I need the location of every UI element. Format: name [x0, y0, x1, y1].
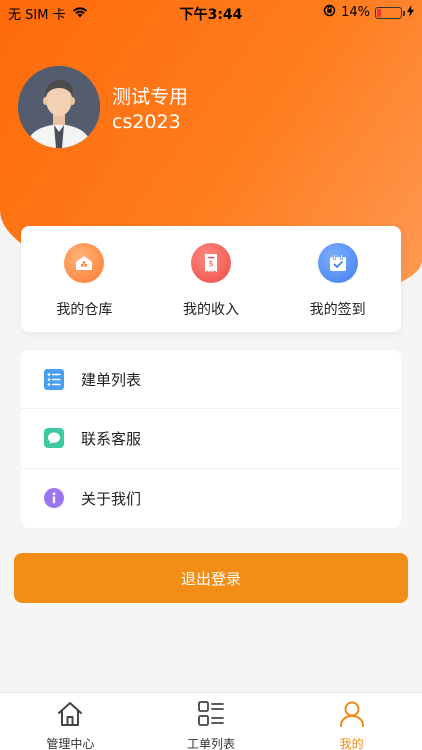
quick-action-label: 我的收入 — [183, 302, 239, 318]
status-bar: 无 SIM 卡 下午3:44 14% — [0, 0, 422, 24]
quick-action-label: 我的签到 — [309, 302, 366, 318]
quick-action-label: 我的仓库 — [56, 302, 113, 318]
quick-actions-card: 我的仓库 $ 我的收入 我的签到 — [21, 226, 401, 332]
tab-label: 工单列表 — [187, 737, 236, 750]
battery-level — [377, 8, 381, 17]
user-name: 测试专用 — [112, 86, 189, 108]
income-icon: $ — [191, 243, 231, 283]
tab-management-center[interactable]: 管理中心 — [0, 693, 141, 750]
checkin-icon — [317, 243, 358, 283]
menu-item-about-us[interactable]: 关于我们 — [21, 469, 401, 528]
orientation-lock-icon — [323, 4, 336, 21]
avatar[interactable] — [18, 66, 100, 148]
user-icon — [337, 699, 367, 733]
status-right: 14% — [323, 4, 414, 21]
tab-label: 管理中心 — [46, 737, 95, 750]
menu-item-order-list[interactable]: 建单列表 — [21, 350, 401, 410]
menu-item-customer-service[interactable]: 联系客服 — [21, 409, 401, 469]
person-avatar-icon — [18, 66, 100, 148]
quick-action-warehouse[interactable]: 我的仓库 — [21, 226, 148, 332]
quick-action-income[interactable]: $ 我的收入 — [148, 226, 275, 332]
info-icon — [43, 488, 64, 509]
menu-item-label: 关于我们 — [81, 489, 142, 508]
chat-icon — [43, 428, 64, 449]
tab-label: 我的 — [339, 737, 364, 750]
bottom-tab-bar: 管理中心 工单列表 我的 — [0, 692, 422, 750]
grid-list-icon — [196, 699, 226, 733]
user-id: cs2023 — [112, 111, 181, 133]
quick-action-checkin[interactable]: 我的签到 — [274, 226, 401, 332]
home-icon — [55, 699, 85, 733]
menu-item-label: 建单列表 — [81, 370, 142, 389]
battery-icon — [375, 6, 405, 19]
menu-item-label: 联系客服 — [81, 429, 142, 448]
tab-mine[interactable]: 我的 — [281, 693, 422, 750]
list-icon — [43, 368, 64, 390]
svg-text:$: $ — [208, 259, 213, 268]
charging-bolt-icon — [407, 4, 414, 21]
tab-work-order-list[interactable]: 工单列表 — [141, 693, 282, 750]
menu-card: 建单列表 联系客服 关于我们 — [21, 350, 401, 528]
warehouse-icon — [64, 243, 105, 283]
battery-percent: 14% — [341, 5, 370, 20]
logout-button[interactable]: 退出登录 — [14, 553, 408, 603]
